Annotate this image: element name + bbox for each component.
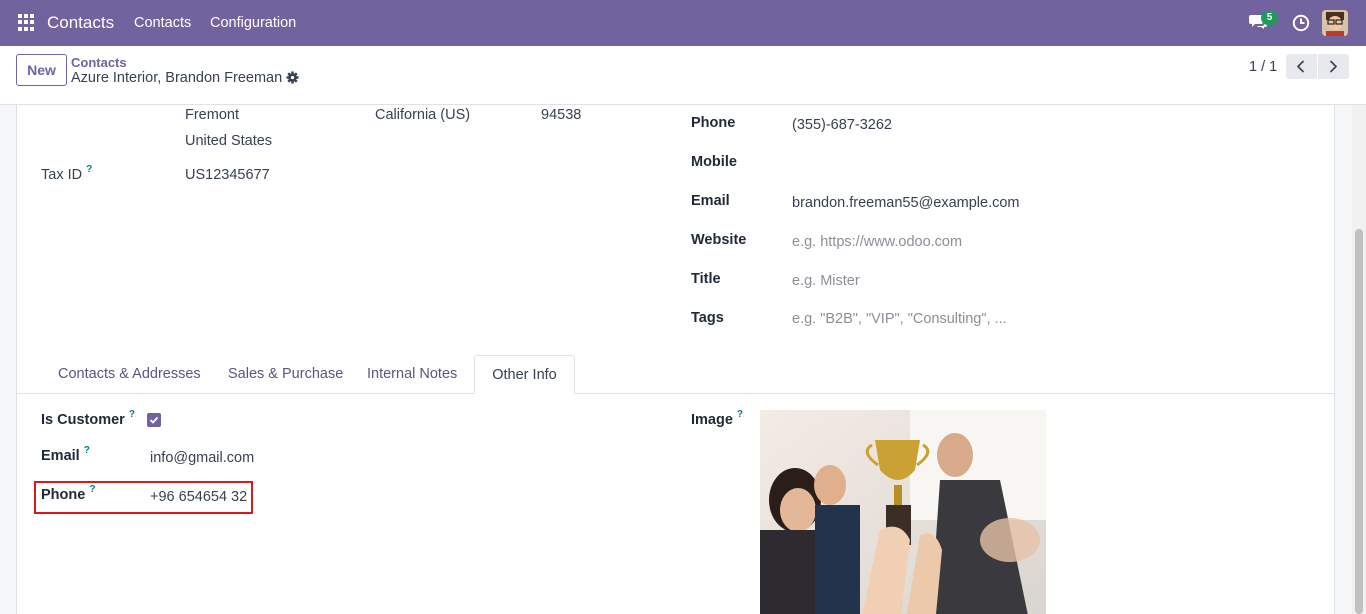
phone-field[interactable]: (355)-687-3262 <box>792 117 892 133</box>
activity-clock-icon[interactable] <box>1292 14 1310 32</box>
image-help-icon[interactable]: ? <box>737 409 743 420</box>
pager-next-button[interactable] <box>1318 54 1349 79</box>
email-field[interactable]: brandon.freeman55@example.com <box>792 195 1020 211</box>
breadcrumb-parent[interactable]: Contacts <box>71 55 127 70</box>
chevron-right-icon <box>1329 60 1338 73</box>
menu-contacts[interactable]: Contacts <box>134 15 191 31</box>
other-email-help-icon[interactable]: ? <box>84 445 90 456</box>
is-customer-help-icon[interactable]: ? <box>129 409 135 420</box>
title-field[interactable]: e.g. Mister <box>792 273 860 289</box>
gear-icon[interactable] <box>286 71 299 84</box>
chevron-left-icon <box>1296 60 1305 73</box>
website-label: Website <box>691 232 747 248</box>
image-label: Image? <box>691 409 744 428</box>
tax-id-label: Tax ID? <box>41 164 93 183</box>
is-customer-checkbox[interactable] <box>147 413 161 427</box>
other-email-label: Email? <box>41 445 90 464</box>
phone-highlight-box <box>34 481 253 514</box>
new-button[interactable]: New <box>16 54 67 86</box>
top-navbar: Contacts Contacts Configuration 5 <box>0 0 1366 46</box>
address-country[interactable]: United States <box>185 133 272 149</box>
address-zip[interactable]: 94538 <box>541 107 581 123</box>
notebook-tabs: Contacts & Addresses Sales & Purchase In… <box>17 355 1334 394</box>
title-label: Title <box>691 271 721 287</box>
user-avatar[interactable] <box>1322 10 1348 36</box>
apps-menu-icon[interactable] <box>18 14 35 31</box>
email-label: Email <box>691 193 730 209</box>
tab-sales-purchase[interactable]: Sales & Purchase <box>228 355 343 394</box>
tax-id-help-icon[interactable]: ? <box>86 164 92 175</box>
control-panel: New Contacts Azure Interior, Brandon Fre… <box>0 46 1366 105</box>
tab-internal-notes[interactable]: Internal Notes <box>367 355 457 394</box>
app-name[interactable]: Contacts <box>47 13 114 33</box>
pager-previous-button[interactable] <box>1286 54 1317 79</box>
checkmark-icon <box>149 416 159 424</box>
breadcrumb-current: Azure Interior, Brandon Freeman <box>71 70 283 86</box>
tags-field[interactable]: e.g. "B2B", "VIP", "Consulting", ... <box>792 311 1007 327</box>
tags-label: Tags <box>691 310 724 326</box>
address-city[interactable]: Fremont <box>185 107 239 123</box>
form-view: Fremont California (US) 94538 United Sta… <box>0 105 1352 614</box>
tax-id-value[interactable]: US12345677 <box>185 167 270 183</box>
pager-value[interactable]: 1 / 1 <box>1249 59 1277 75</box>
phone-label: Phone <box>691 115 736 131</box>
contact-image[interactable] <box>760 410 1046 614</box>
page-scrollbar[interactable] <box>1352 105 1366 614</box>
form-sheet: Fremont California (US) 94538 United Sta… <box>16 105 1335 614</box>
is-customer-label: Is Customer? <box>41 409 135 428</box>
scrollbar-thumb[interactable] <box>1355 229 1363 614</box>
tab-other-info[interactable]: Other Info <box>474 355 575 394</box>
mobile-field[interactable] <box>792 156 1192 174</box>
mobile-label: Mobile <box>691 154 737 170</box>
tab-contacts-addresses[interactable]: Contacts & Addresses <box>58 355 201 394</box>
menu-configuration[interactable]: Configuration <box>210 15 296 31</box>
website-field[interactable]: e.g. https://www.odoo.com <box>792 234 962 250</box>
address-state[interactable]: California (US) <box>375 107 470 123</box>
other-email-field[interactable]: info@gmail.com <box>150 450 254 466</box>
chat-count-badge: 5 <box>1261 11 1278 25</box>
